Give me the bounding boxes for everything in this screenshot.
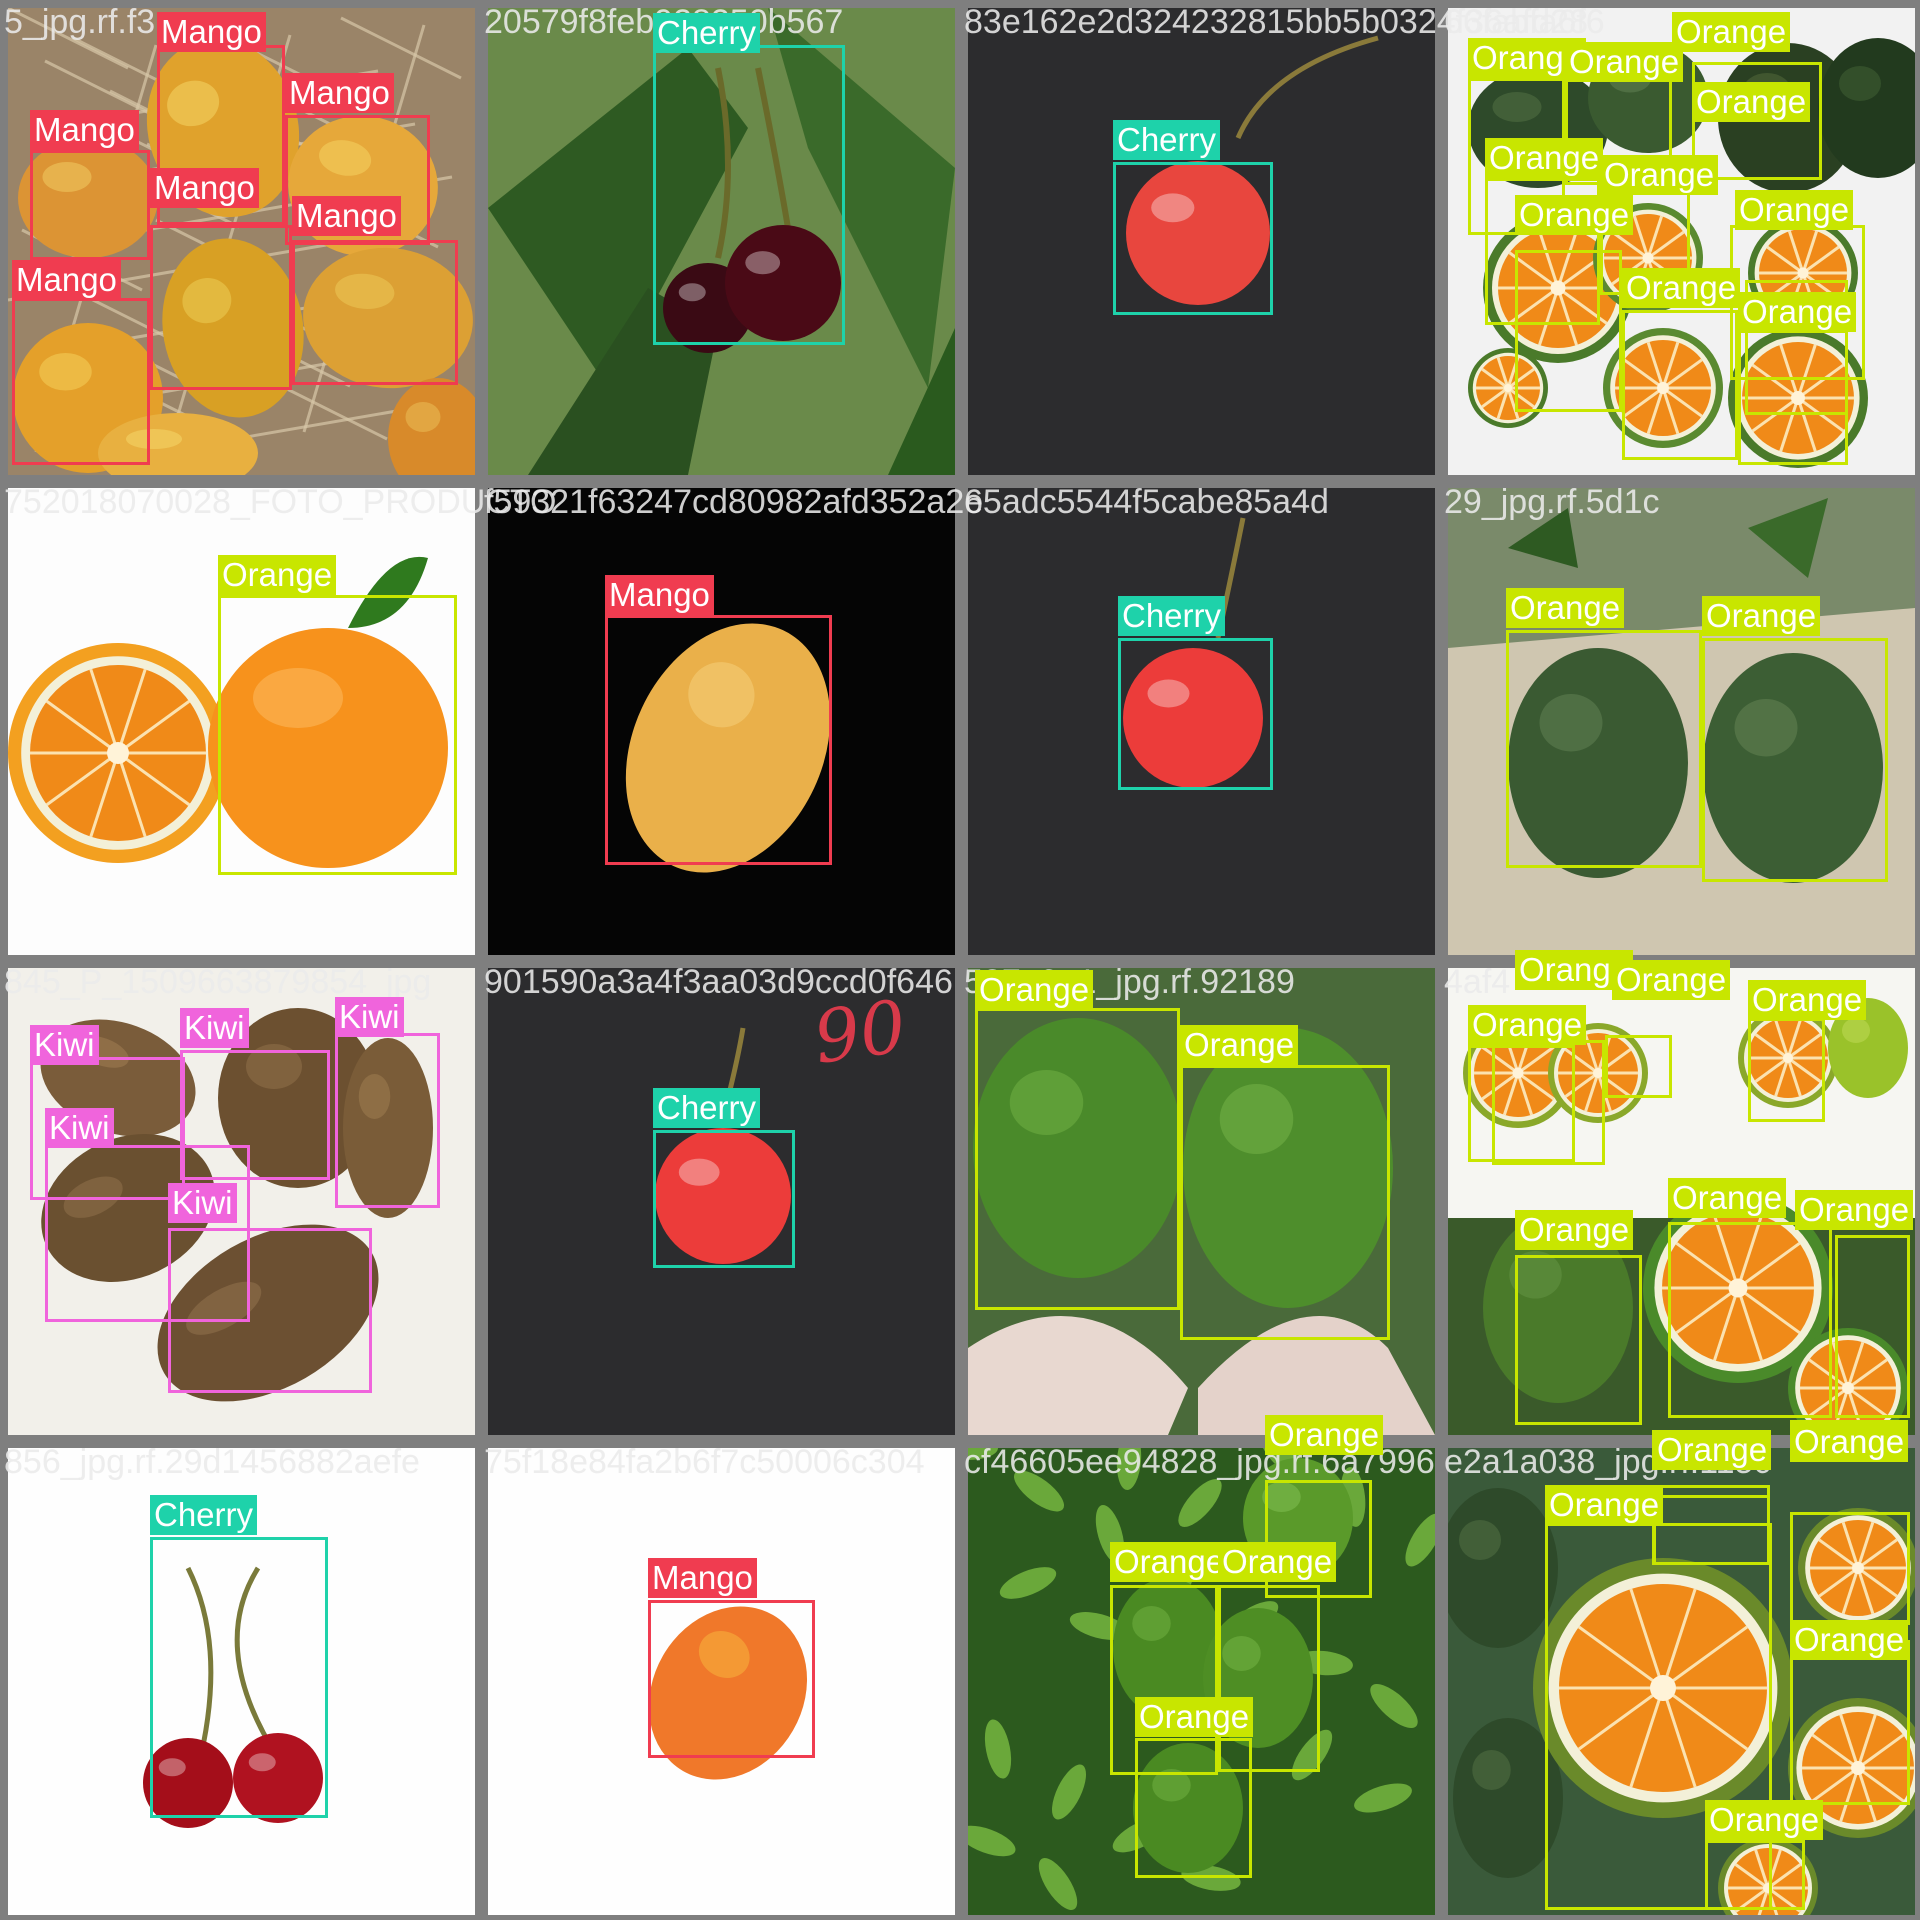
handwritten-annotation: 90 bbox=[809, 984, 911, 1080]
bounding-box bbox=[1738, 330, 1848, 465]
class-label: Kiwi bbox=[180, 1008, 249, 1048]
bounding-box bbox=[605, 615, 832, 865]
bounding-box bbox=[1113, 162, 1273, 315]
bounding-box bbox=[150, 1537, 328, 1818]
bounding-box bbox=[1653, 1485, 1770, 1565]
bounding-box bbox=[1835, 1235, 1910, 1418]
class-label: Mango bbox=[648, 1558, 757, 1598]
bounding-box bbox=[1748, 1018, 1825, 1122]
bounding-box bbox=[653, 45, 845, 345]
class-label: Orange bbox=[1506, 588, 1625, 628]
class-label: Cherry bbox=[150, 1495, 258, 1535]
bounding-box bbox=[292, 240, 458, 385]
bounding-box bbox=[1135, 1738, 1252, 1878]
class-label: Orange bbox=[1468, 1005, 1587, 1045]
bounding-box bbox=[1515, 1255, 1642, 1425]
bounding-box bbox=[335, 1033, 440, 1208]
bounding-box bbox=[1180, 1065, 1390, 1340]
class-label: Orange bbox=[1545, 1485, 1664, 1525]
class-label: Orange bbox=[1565, 42, 1684, 82]
bounding-box bbox=[1515, 250, 1622, 412]
class-label: Cherry bbox=[1113, 120, 1221, 160]
class-label: Orange bbox=[1668, 1178, 1787, 1218]
class-label: Orange bbox=[1748, 980, 1867, 1020]
class-label: Orange bbox=[1515, 195, 1634, 235]
detection-mosaic-grid: 5_jpg.rf.f3 Mango Mango Mango Mango Mango Mang… bbox=[0, 0, 1920, 1920]
bounding-box bbox=[1622, 310, 1738, 460]
class-label: Orange bbox=[1218, 1542, 1337, 1582]
class-label: Orange bbox=[1692, 82, 1811, 122]
class-label: Orange bbox=[1738, 292, 1857, 332]
class-label: Orange bbox=[1600, 155, 1719, 195]
class-label: Cherry bbox=[1118, 596, 1226, 636]
bounding-box bbox=[1118, 638, 1273, 790]
class-label: Orange bbox=[1622, 268, 1741, 308]
class-label: Orange bbox=[1705, 1800, 1824, 1840]
bounding-box bbox=[1492, 1040, 1605, 1165]
bounding-box bbox=[218, 595, 457, 875]
class-label: Orange bbox=[1180, 1025, 1299, 1065]
bounding-box bbox=[653, 1130, 795, 1268]
class-label: Mango bbox=[285, 73, 394, 113]
class-label: Orange bbox=[1110, 1542, 1229, 1582]
class-label: Mango bbox=[157, 12, 266, 52]
class-label: Orange bbox=[1515, 1210, 1634, 1250]
bounding-box bbox=[1790, 1640, 1910, 1805]
class-label: Orange bbox=[1135, 1697, 1254, 1737]
class-label: Cherry bbox=[653, 1088, 761, 1128]
class-label: Orange bbox=[1653, 1430, 1772, 1470]
bounding-box bbox=[168, 1228, 372, 1393]
class-label: Mango bbox=[292, 196, 401, 236]
class-label: Orange bbox=[1790, 1620, 1909, 1660]
class-label: Kiwi bbox=[45, 1108, 114, 1148]
bounding-box bbox=[1668, 1222, 1832, 1418]
bounding-box bbox=[12, 298, 150, 465]
class-label: Mango bbox=[12, 260, 121, 300]
bounding-box bbox=[1790, 1512, 1910, 1625]
class-label: Orange bbox=[1702, 596, 1821, 636]
bounding-box bbox=[648, 1600, 815, 1758]
class-label: Orange bbox=[975, 970, 1094, 1010]
class-label: Kiwi bbox=[335, 997, 404, 1037]
class-label: Mango bbox=[150, 168, 259, 208]
class-label: Orange bbox=[218, 555, 337, 595]
bounding-box bbox=[1506, 630, 1702, 868]
class-label: Orange bbox=[1265, 1415, 1384, 1455]
bounding-box bbox=[975, 1008, 1180, 1310]
class-label: Orange bbox=[1672, 12, 1791, 52]
class-label: Kiwi bbox=[30, 1025, 99, 1065]
class-label: Orange bbox=[1795, 1190, 1914, 1230]
class-label: Orange bbox=[1735, 190, 1854, 230]
class-label: Kiwi bbox=[168, 1183, 237, 1223]
bounding-box bbox=[150, 225, 292, 390]
class-label: Cherry bbox=[653, 13, 761, 53]
bounding-box bbox=[1705, 1840, 1805, 1910]
bounding-box bbox=[1702, 638, 1888, 882]
bounding-box bbox=[1605, 1035, 1672, 1098]
class-label: Mango bbox=[30, 110, 139, 150]
class-label: Mango bbox=[605, 575, 714, 615]
bounding-box bbox=[30, 150, 150, 260]
class-label: Orange bbox=[1485, 138, 1604, 178]
class-label: Orange bbox=[1790, 1422, 1909, 1462]
class-label: Orange bbox=[1612, 960, 1731, 1000]
